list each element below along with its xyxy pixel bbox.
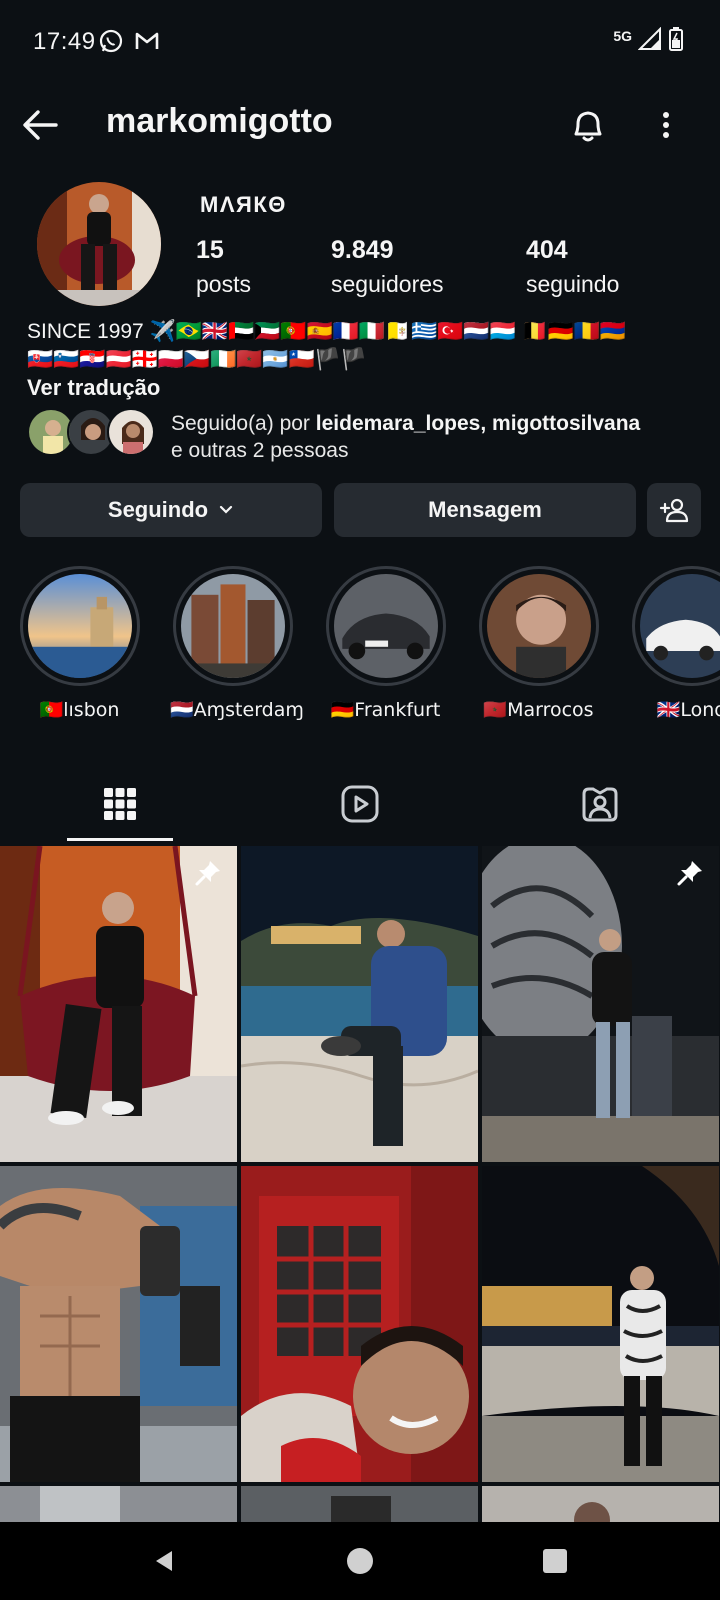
followed-by-prefix: Seguido(a) por	[171, 412, 316, 435]
status-time: 17:49	[33, 28, 96, 55]
highlight-ring	[19, 566, 140, 686]
post-tile[interactable]	[241, 846, 478, 1162]
highlight-ring	[631, 566, 720, 686]
more-vertical-icon[interactable]	[646, 103, 686, 147]
translate-link[interactable]: Ver tradução	[27, 375, 160, 401]
highlight-label: 🇩🇪Frankfurt	[330, 699, 441, 721]
tab-tagged[interactable]	[480, 766, 720, 842]
post-tile[interactable]	[0, 1486, 237, 1522]
circle-home-icon	[347, 1548, 373, 1574]
highlight-ring	[325, 566, 446, 686]
mutual-avatar	[107, 408, 155, 456]
suggest-people-button[interactable]	[647, 483, 701, 537]
square-recents-icon	[543, 1549, 567, 1573]
bio-line-2: 🇸🇰🇸🇮🇭🇷🇦🇹🇬🇪🇵🇱🇨🇿🇮🇪🇲🇦🇦🇷🇨🇱🏴🏴	[27, 348, 367, 371]
message-label: Mensagem	[428, 497, 542, 522]
stat-label: posts	[196, 271, 251, 297]
stat-label: seguindo	[526, 271, 620, 297]
highlight-label: 🇳🇱Aɱsterdaɱ	[170, 699, 304, 721]
highlight-lisbon[interactable]: 🇵🇹lısbon	[17, 566, 142, 721]
gmail-icon	[135, 32, 159, 49]
highlight-label: 🇬🇧Lond	[656, 699, 720, 721]
stat-followers[interactable]: 9.849 seguidores	[331, 236, 444, 298]
post-tile[interactable]	[482, 1486, 719, 1522]
post-tile[interactable]	[241, 1486, 478, 1522]
avatar-image	[37, 182, 161, 306]
profile-tabs	[0, 766, 720, 842]
highlight-marrocos[interactable]: 🇲🇦Marrocos	[476, 566, 601, 721]
triangle-back-icon	[156, 1551, 172, 1571]
back-arrow-icon[interactable]	[18, 103, 62, 147]
nav-back-button[interactable]	[141, 1538, 187, 1584]
message-button[interactable]: Mensagem	[334, 483, 636, 537]
highlight-frankfurt[interactable]: 🇩🇪Frankfurt	[323, 566, 448, 721]
bio-line-1: SINCE 1997 ✈️🇧🇷🇬🇧🇦🇪🇰🇼🇵🇹🇪🇸🇫🇷🇮🇹🇻🇦🇬🇷🇹🇷🇳🇱🇱🇺 …	[27, 320, 627, 343]
signal-icon	[638, 27, 661, 50]
highlight-label: 🇵🇹lısbon	[39, 699, 120, 721]
bell-icon[interactable]	[566, 103, 610, 147]
stat-posts[interactable]: 15 posts	[196, 236, 251, 298]
highlight-ring	[172, 566, 293, 686]
post-tile[interactable]	[241, 1166, 478, 1482]
tab-grid[interactable]	[0, 766, 240, 842]
nav-home-button[interactable]	[337, 1538, 383, 1584]
post-tile[interactable]	[0, 1166, 237, 1482]
username-title: markomigotto	[106, 102, 333, 140]
following-button[interactable]: Seguindo	[20, 483, 322, 537]
tab-reels[interactable]	[240, 766, 480, 842]
chevron-down-icon	[220, 505, 233, 514]
grid-icon	[104, 788, 136, 820]
active-tab-indicator	[67, 838, 173, 841]
nav-recents-button[interactable]	[532, 1538, 578, 1584]
followed-by-names: leidemara_lopes, migottosilvana	[315, 412, 641, 435]
tagged-person-icon	[582, 787, 618, 822]
battery-icon	[669, 27, 683, 51]
reels-icon	[341, 785, 379, 823]
mutual-followers-avatars[interactable]	[27, 408, 157, 458]
followed-by-text[interactable]: Seguido(a) por leidemara_lopes, migottos…	[171, 410, 701, 464]
whatsapp-icon	[99, 29, 123, 53]
post-tile[interactable]	[482, 846, 719, 1162]
stat-label: seguidores	[331, 271, 444, 297]
display-name: МΛЯКΘ	[200, 192, 287, 217]
highlight-london[interactable]: 🇬🇧Lond	[629, 566, 720, 721]
post-tile[interactable]	[0, 846, 237, 1162]
followed-by-suffix: e outras 2 pessoas	[171, 439, 349, 462]
pin-icon	[195, 861, 220, 886]
story-highlights: 🇵🇹lısbon 🇳🇱Aɱsterdaɱ 🇩🇪Frankfurt 🇲🇦Marro…	[0, 566, 720, 726]
stat-value: 404	[526, 236, 568, 264]
highlight-ring	[478, 566, 599, 686]
network-type: 5G	[613, 28, 632, 44]
profile-header: markomigotto	[0, 95, 720, 155]
stat-value: 15	[196, 236, 224, 264]
pin-icon	[677, 861, 702, 886]
stat-following[interactable]: 404 seguindo	[526, 236, 619, 298]
status-bar: 17:49 5G	[0, 0, 720, 80]
post-tile[interactable]	[482, 1166, 719, 1482]
stat-value: 9.849	[331, 236, 394, 264]
system-navigation-bar	[0, 1522, 720, 1600]
highlight-amsterdam[interactable]: 🇳🇱Aɱsterdaɱ	[170, 566, 304, 721]
profile-avatar[interactable]	[37, 182, 161, 306]
add-person-icon	[659, 498, 689, 523]
following-label: Seguindo	[107, 497, 209, 522]
highlight-label: 🇲🇦Marrocos	[483, 699, 594, 721]
status-indicators: 5G	[613, 26, 684, 52]
